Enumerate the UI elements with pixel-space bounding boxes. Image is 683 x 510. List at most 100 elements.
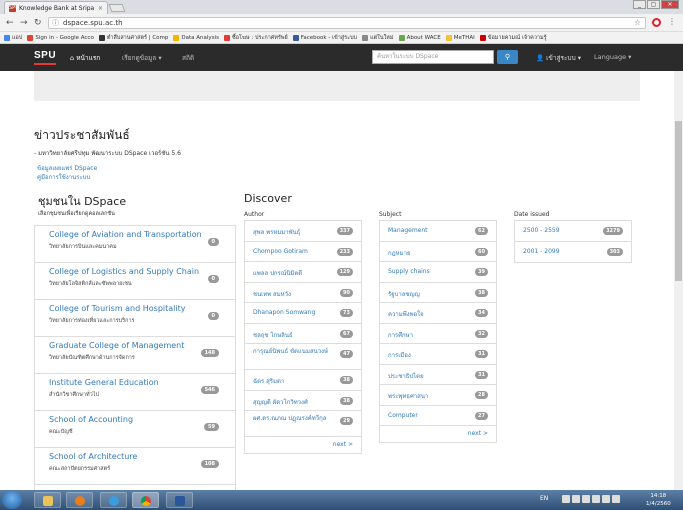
bookmark-item[interactable]: ซื้อโฆษ : ประกาศทรัพย์: [223, 34, 288, 42]
community-name[interactable]: College of Tourism and Hospitality: [49, 304, 185, 313]
bookmark-item[interactable]: About WACE: [398, 34, 441, 41]
tray-battery-icon[interactable]: [602, 495, 610, 503]
site-info-icon[interactable]: ⓘ: [52, 18, 59, 28]
author-facet-count: 67: [340, 329, 353, 338]
subject-facet-link[interactable]: ความพึงพอใจ: [388, 309, 424, 319]
subject-facet-link[interactable]: Computer: [388, 412, 418, 419]
start-button[interactable]: [2, 491, 22, 509]
community-name[interactable]: Institute General Education: [49, 378, 159, 387]
user-icon: 👤: [536, 54, 547, 62]
author-facet-link[interactable]: ชลฤช โกษลินธ์: [253, 330, 293, 340]
bookmark-label: About WACE: [406, 34, 441, 41]
author-facet-link[interactable]: แพลล ปกรณ์นิมิตดี: [253, 268, 302, 278]
nav-stats-link[interactable]: สถิติ: [182, 53, 194, 63]
reload-icon[interactable]: ↻: [34, 18, 42, 28]
community-name[interactable]: School of Architecture: [49, 452, 137, 461]
subject-facet-link[interactable]: รัฐบาลชญญ: [388, 289, 420, 299]
brand-logo[interactable]: SPU: [34, 50, 56, 61]
nav-home-link[interactable]: ⌂ หน้าแรก: [70, 53, 100, 63]
tray-extra-icon[interactable]: [612, 495, 620, 503]
tray-flag-icon[interactable]: [582, 495, 590, 503]
tab-close-icon[interactable]: ×: [98, 5, 103, 12]
author-facet-link[interactable]: ฉัตร สุริมดา: [253, 376, 284, 386]
bookmark-item[interactable]: แอป: [4, 34, 22, 42]
author-facet-link[interactable]: สุพล พรหมมาพันธุ์: [253, 227, 300, 237]
maximize-button[interactable]: ▢: [647, 0, 660, 9]
community-name[interactable]: Graduate College of Management: [49, 341, 184, 350]
subject-facet-next-link[interactable]: next >: [380, 426, 496, 442]
bookmark-item[interactable]: Facebook - เข้าสู่ระบบ: [292, 34, 357, 42]
community-name[interactable]: College of Aviation and Transportation: [49, 230, 202, 239]
subject-facet-link[interactable]: ประชาธิปไตย: [388, 371, 424, 381]
bookmark-favicon-icon: [27, 34, 34, 41]
bookmark-item[interactable]: Sign in - Google Acco: [27, 34, 94, 41]
bookmark-item[interactable]: ข้อมายควมณ์ เจ้าความรู้: [479, 34, 547, 42]
browser-tab[interactable]: SPU Knowledge Bank at Sripa ×: [4, 1, 108, 14]
author-facet-link[interactable]: Dhanapon Somwang: [253, 309, 315, 316]
hero-panel: [34, 71, 640, 101]
subject-facet-count: 31: [475, 370, 488, 379]
community-name[interactable]: School of Accounting: [49, 415, 133, 424]
author-facet-link[interactable]: ผศ.ดร.ณภณ ปฏุณรงค์ทวีกุล: [253, 414, 341, 423]
subject-facet-count: 38: [475, 288, 488, 297]
date-facet-link[interactable]: 2001 - 2099: [523, 248, 560, 255]
community-description: คณะสถาปัตยกรรมศาสตร์: [49, 466, 111, 472]
subject-facet-link[interactable]: Supply chains: [388, 268, 430, 275]
subject-facet-link[interactable]: การศึกษา: [388, 330, 413, 340]
author-facet-link[interactable]: Chompoo Gotiram: [253, 248, 308, 255]
windows-taskbar: EN 14:18 1/4/2560: [0, 490, 683, 510]
browser-tab-strip: SPU Knowledge Bank at Sripa × _ ▢ ✕: [0, 0, 683, 14]
author-facet-row: ฉัตร สุริมดา 38: [245, 370, 361, 391]
taskbar-ie-icon[interactable]: [100, 492, 127, 508]
opera-icon[interactable]: [652, 18, 661, 27]
page-scrollbar[interactable]: [674, 71, 683, 490]
author-facet-link[interactable]: การุณย์นิพนธ์ ขัดแนมสนวงษ์: [253, 347, 341, 356]
close-window-button[interactable]: ✕: [661, 0, 679, 9]
author-facet-link[interactable]: ชนเทพ สมหวัง: [253, 289, 291, 299]
browser-menu-icon[interactable]: ⋮: [668, 17, 676, 26]
input-language[interactable]: EN: [540, 495, 548, 502]
news-link-manual[interactable]: คู่มือการใช้งานระบบ: [37, 172, 90, 182]
author-facet-row: การุณย์นิพนธ์ ขัดแนมสนวงษ์ 47: [245, 344, 361, 370]
language-dropdown[interactable]: Language ▾: [594, 53, 631, 61]
bookmark-label: MeTHAI: [453, 34, 475, 41]
nav-browse-dropdown[interactable]: เรียกดูข้อมูล ▾: [122, 53, 162, 63]
site-search-button[interactable]: ⚲: [497, 50, 518, 64]
taskbar-media-icon[interactable]: [66, 492, 93, 508]
forward-icon[interactable]: →: [20, 18, 28, 28]
login-dropdown[interactable]: 👤 เข้าสู่ระบบ ▾: [536, 53, 581, 63]
bookmark-item[interactable]: แต่ในใหม่: [362, 34, 394, 42]
minimize-button[interactable]: _: [633, 0, 646, 9]
bookmark-item[interactable]: Data Analysis: [173, 34, 219, 41]
tray-volume-icon[interactable]: [572, 495, 580, 503]
date-facet-link[interactable]: 2500 - 2559: [523, 227, 560, 234]
taskbar-explorer-icon[interactable]: [34, 492, 61, 508]
back-icon[interactable]: ←: [6, 18, 14, 28]
taskbar-word-icon[interactable]: [166, 492, 193, 508]
site-search-input[interactable]: ค้นหาในระบบ DSpace: [372, 50, 494, 64]
subject-facet-link[interactable]: การเมือง: [388, 350, 411, 360]
author-facet-count: 129: [336, 268, 353, 276]
subject-facet: Management 62 กฎหมาย 60 Supply chains 39 รัฐบา…: [379, 220, 497, 443]
bookmark-item[interactable]: MeTHAI: [445, 34, 475, 41]
subject-facet-link[interactable]: กฎหมาย: [388, 248, 410, 258]
tray-network-icon[interactable]: [562, 495, 570, 503]
subject-facet-link[interactable]: พระพุทธศาสนา: [388, 391, 428, 401]
date-facet-label: Date issued: [514, 211, 550, 218]
new-tab-button[interactable]: [108, 4, 126, 12]
bookmark-favicon-icon: [4, 34, 10, 41]
taskbar-clock[interactable]: 14:18 1/4/2560: [646, 492, 671, 508]
bookmark-item[interactable]: ตำสืบสานศาสตร์ | Comp: [98, 34, 168, 42]
scrollbar-thumb[interactable]: [675, 121, 682, 281]
author-facet-link[interactable]: สุญญดี ผัดวโกวิทวงศ์: [253, 397, 308, 407]
author-facet-next-link[interactable]: next >: [245, 437, 361, 453]
url-bar[interactable]: ⓘ dspace.spu.ac.th ☆: [48, 17, 646, 29]
tray-app-icon[interactable]: [592, 495, 600, 503]
subject-facet-link[interactable]: Management: [388, 227, 428, 234]
bookmark-star-icon[interactable]: ☆: [634, 18, 641, 28]
author-facet-row: แพลล ปกรณ์นิมิตดี 129: [245, 262, 361, 283]
subject-facet-row: Computer 27: [380, 406, 496, 426]
community-name[interactable]: College of Logistics and Supply Chain: [49, 267, 199, 276]
taskbar-chrome-icon[interactable]: [132, 492, 159, 508]
bookmark-label: แต่ในใหม่: [370, 34, 394, 41]
